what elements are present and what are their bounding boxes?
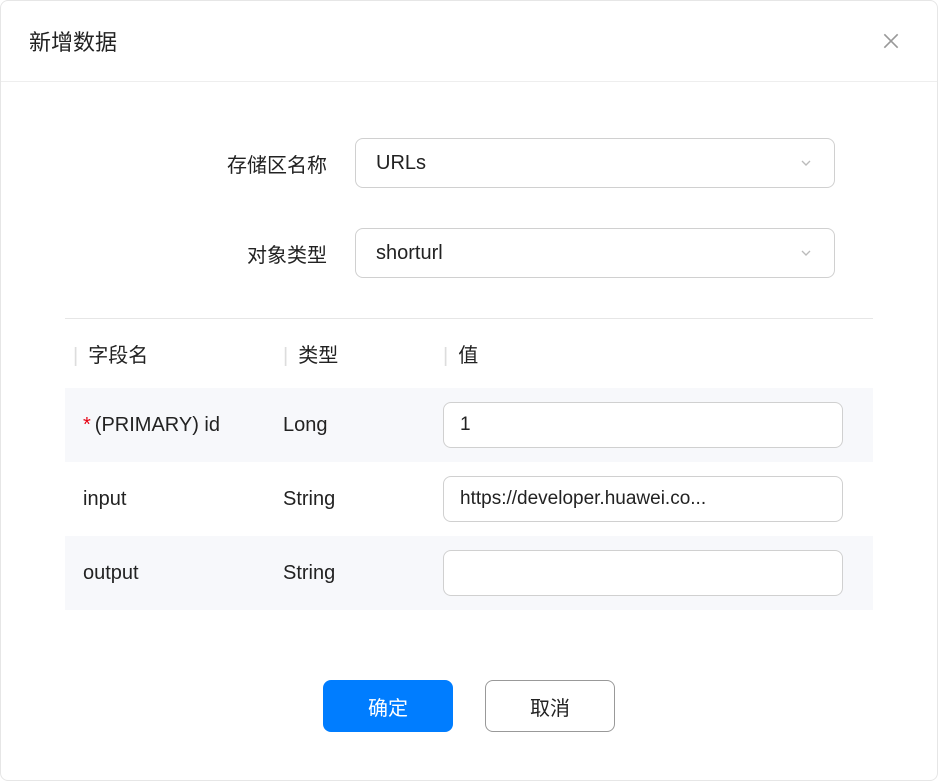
chevron-down-icon bbox=[798, 155, 814, 171]
storage-name-label: 存储区名称 bbox=[65, 149, 355, 178]
table-row: output String bbox=[65, 536, 873, 610]
close-icon bbox=[881, 31, 901, 51]
col-header-value-text: 值 bbox=[458, 345, 478, 367]
required-asterisk: * bbox=[83, 414, 91, 436]
cancel-button[interactable]: 取消 bbox=[485, 680, 615, 732]
modal-title: 新增数据 bbox=[29, 25, 117, 57]
field-value-cell bbox=[443, 550, 873, 596]
col-header-type-text: 类型 bbox=[298, 345, 338, 367]
field-name-cell: *(PRIMARY) id bbox=[83, 414, 283, 437]
field-value-input-id[interactable] bbox=[443, 402, 843, 448]
field-name-cell: input bbox=[83, 488, 283, 511]
table-row: *(PRIMARY) id Long bbox=[65, 388, 873, 462]
object-type-label: 对象类型 bbox=[65, 239, 355, 268]
modal-footer: 确定 取消 bbox=[1, 640, 937, 780]
col-header-field: |字段名 bbox=[73, 339, 283, 368]
col-header-value: |值 bbox=[443, 339, 873, 368]
col-header-type: |类型 bbox=[283, 339, 443, 368]
form-row-object-type: 对象类型 shorturl bbox=[65, 228, 873, 278]
field-value-cell bbox=[443, 402, 873, 448]
add-data-modal: 新增数据 存储区名称 URLs 对象类型 shorturl |字段名 |类型 |… bbox=[0, 0, 938, 781]
field-name-text: (PRIMARY) id bbox=[95, 414, 220, 436]
field-value-input-input[interactable] bbox=[443, 476, 843, 522]
col-header-field-text: 字段名 bbox=[88, 345, 148, 367]
storage-name-select[interactable]: URLs bbox=[355, 138, 835, 188]
modal-body: 存储区名称 URLs 对象类型 shorturl |字段名 |类型 |值 *(P… bbox=[1, 82, 937, 640]
table-header-row: |字段名 |类型 |值 bbox=[65, 319, 873, 388]
field-type-cell: Long bbox=[283, 414, 443, 437]
confirm-button[interactable]: 确定 bbox=[323, 680, 453, 732]
chevron-down-icon bbox=[798, 245, 814, 261]
close-button[interactable] bbox=[877, 27, 905, 55]
field-type-cell: String bbox=[283, 562, 443, 585]
field-type-cell: String bbox=[283, 488, 443, 511]
object-type-value: shorturl bbox=[376, 242, 443, 265]
field-value-cell bbox=[443, 476, 873, 522]
storage-name-value: URLs bbox=[376, 152, 426, 175]
table-row: input String bbox=[65, 462, 873, 536]
field-name-cell: output bbox=[83, 562, 283, 585]
modal-header: 新增数据 bbox=[1, 1, 937, 82]
fields-table: |字段名 |类型 |值 *(PRIMARY) id Long input Str… bbox=[65, 318, 873, 610]
object-type-select[interactable]: shorturl bbox=[355, 228, 835, 278]
field-value-input-output[interactable] bbox=[443, 550, 843, 596]
form-row-storage: 存储区名称 URLs bbox=[65, 138, 873, 188]
